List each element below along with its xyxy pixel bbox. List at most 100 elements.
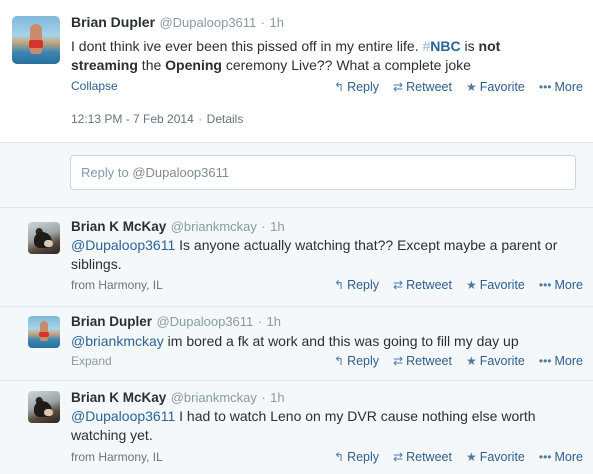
favorite-label: Favorite xyxy=(479,450,525,464)
retweet-icon: ⇄ xyxy=(393,450,404,464)
reply-label: Reply xyxy=(347,354,380,368)
author-name[interactable]: Brian Dupler xyxy=(71,14,155,30)
tweet-text-bold: Opening xyxy=(165,57,222,73)
favorite-label: Favorite xyxy=(479,354,525,368)
ellipsis-icon: ••• xyxy=(538,450,552,464)
avatar[interactable] xyxy=(28,316,60,348)
reply-button[interactable]: ↰ Reply xyxy=(334,450,379,464)
tweet-time[interactable]: 1h xyxy=(267,314,281,329)
avatar[interactable] xyxy=(28,222,60,254)
separator-dot: · xyxy=(261,219,266,234)
star-icon: ★ xyxy=(465,450,477,464)
retweet-button[interactable]: ⇄ Retweet xyxy=(393,278,452,292)
retweet-label: Retweet xyxy=(406,450,452,464)
tweet-meta: 12:13 PM - 7 Feb 2014 · Details xyxy=(71,110,243,128)
tweet-text-part: the xyxy=(137,57,166,73)
reply-tweet[interactable]: Brian K McKay @briankmckay · 1h @Dupaloo… xyxy=(0,380,593,474)
retweet-label: Retweet xyxy=(406,278,452,292)
reply-arrow-icon: ↰ xyxy=(334,278,345,292)
reply-input[interactable]: Reply to @Dupaloop3611 xyxy=(70,155,576,190)
separator-dot: · xyxy=(260,15,266,30)
more-label: More xyxy=(554,354,583,368)
retweet-button[interactable]: ⇄ Retweet xyxy=(393,450,452,464)
tweet-text-part: im bored a fk at work and this was going… xyxy=(163,333,519,349)
author-name[interactable]: Brian Dupler xyxy=(71,314,152,329)
separator-dot: · xyxy=(261,390,266,405)
retweet-label: Retweet xyxy=(406,354,452,368)
tweet-time[interactable]: 1h xyxy=(270,219,284,234)
author-name[interactable]: Brian K McKay xyxy=(71,390,166,405)
more-button[interactable]: ••• More xyxy=(539,450,583,464)
tweet-text-part: is xyxy=(460,38,479,54)
reply-arrow-icon: ↰ xyxy=(334,80,345,94)
retweet-button[interactable]: ⇄ Retweet xyxy=(393,354,452,368)
more-label: More xyxy=(554,450,583,464)
reply-arrow-icon: ↰ xyxy=(334,450,345,464)
author-name[interactable]: Brian K McKay xyxy=(71,219,166,234)
author-handle[interactable]: @Dupaloop3611 xyxy=(159,15,256,30)
main-tweet: Brian Dupler @Dupaloop3611 · 1h I dont t… xyxy=(0,0,593,143)
tweet-text: @Dupaloop3611 Is anyone actually watchin… xyxy=(71,236,581,274)
retweet-button[interactable]: ⇄ Retweet xyxy=(393,80,452,94)
tweet-text: @briankmckay im bored a fk at work and t… xyxy=(71,332,581,351)
retweet-icon: ⇄ xyxy=(393,80,404,94)
favorite-button[interactable]: ★ Favorite xyxy=(466,354,525,368)
collapse-link[interactable]: Collapse xyxy=(71,79,118,93)
author-handle[interactable]: @Dupaloop3611 xyxy=(156,314,253,329)
favorite-button[interactable]: ★ Favorite xyxy=(466,278,525,292)
tweet-actions: ↰ Reply ⇄ Retweet ★ Favorite ••• More xyxy=(334,278,583,292)
location-text: from Harmony, IL xyxy=(71,450,163,464)
mention-link[interactable]: @briankmckay xyxy=(71,333,164,349)
reply-tweet[interactable]: Brian K McKay @briankmckay · 1h @Dupaloo… xyxy=(0,207,593,306)
reply-button[interactable]: ↰ Reply xyxy=(334,354,379,368)
retweet-icon: ⇄ xyxy=(393,278,404,292)
reply-label: Reply xyxy=(347,278,380,292)
star-icon: ★ xyxy=(465,80,477,94)
reply-placeholder-prefix: Reply to xyxy=(81,165,133,180)
tweet-timestamp[interactable]: 12:13 PM - 7 Feb 2014 xyxy=(71,112,194,126)
ellipsis-icon: ••• xyxy=(538,278,552,292)
reply-placeholder-handle: @Dupaloop3611 xyxy=(132,165,230,180)
reply-button[interactable]: ↰ Reply xyxy=(334,80,379,94)
mention-link[interactable]: @Dupaloop3611 xyxy=(71,237,175,253)
ellipsis-icon: ••• xyxy=(538,80,552,94)
retweet-icon: ⇄ xyxy=(393,354,404,368)
author-handle[interactable]: @briankmckay xyxy=(171,390,257,405)
star-icon: ★ xyxy=(465,354,477,368)
hashtag-link[interactable]: #NBC xyxy=(422,38,460,54)
tweet-text: @Dupaloop3611 I had to watch Leno on my … xyxy=(71,407,581,445)
retweet-label: Retweet xyxy=(406,80,452,94)
author-handle[interactable]: @briankmckay xyxy=(171,219,257,234)
mention-link[interactable]: @Dupaloop3611 xyxy=(71,408,175,424)
favorite-label: Favorite xyxy=(479,278,525,292)
location-text: from Harmony, IL xyxy=(71,278,163,292)
tweet-text-part: I dont think ive ever been this pissed o… xyxy=(71,38,423,54)
separator-dot: · xyxy=(198,112,203,126)
favorite-button[interactable]: ★ Favorite xyxy=(466,80,525,94)
tweet-text-part: ceremony Live?? What a complete joke xyxy=(221,57,471,73)
ellipsis-icon: ••• xyxy=(538,354,552,368)
avatar[interactable] xyxy=(28,391,60,423)
more-label: More xyxy=(554,278,583,292)
favorite-label: Favorite xyxy=(479,80,525,94)
reply-arrow-icon: ↰ xyxy=(334,354,345,368)
tweet-actions: ↰ Reply ⇄ Retweet ★ Favorite ••• More xyxy=(334,450,583,464)
tweet-actions: ↰ Reply ⇄ Retweet ★ Favorite ••• More xyxy=(334,354,583,368)
more-button[interactable]: ••• More xyxy=(539,354,583,368)
reply-label: Reply xyxy=(347,80,380,94)
tweet-time[interactable]: 1h xyxy=(270,390,284,405)
reply-label: Reply xyxy=(347,450,380,464)
tweet-actions: ↰ Reply ⇄ Retweet ★ Favorite ••• More xyxy=(334,80,583,94)
more-button[interactable]: ••• More xyxy=(539,80,583,94)
star-icon: ★ xyxy=(465,278,477,292)
expand-link[interactable]: Expand xyxy=(71,354,112,368)
favorite-button[interactable]: ★ Favorite xyxy=(466,450,525,464)
tweet-time[interactable]: 1h xyxy=(270,15,284,30)
reply-tweet[interactable]: Brian Dupler @Dupaloop3611 · 1h @briankm… xyxy=(0,306,593,380)
details-link[interactable]: Details xyxy=(207,112,244,126)
avatar[interactable] xyxy=(12,16,60,64)
more-button[interactable]: ••• More xyxy=(539,278,583,292)
separator-dot: · xyxy=(257,314,263,329)
reply-button[interactable]: ↰ Reply xyxy=(334,278,379,292)
more-label: More xyxy=(554,80,583,94)
